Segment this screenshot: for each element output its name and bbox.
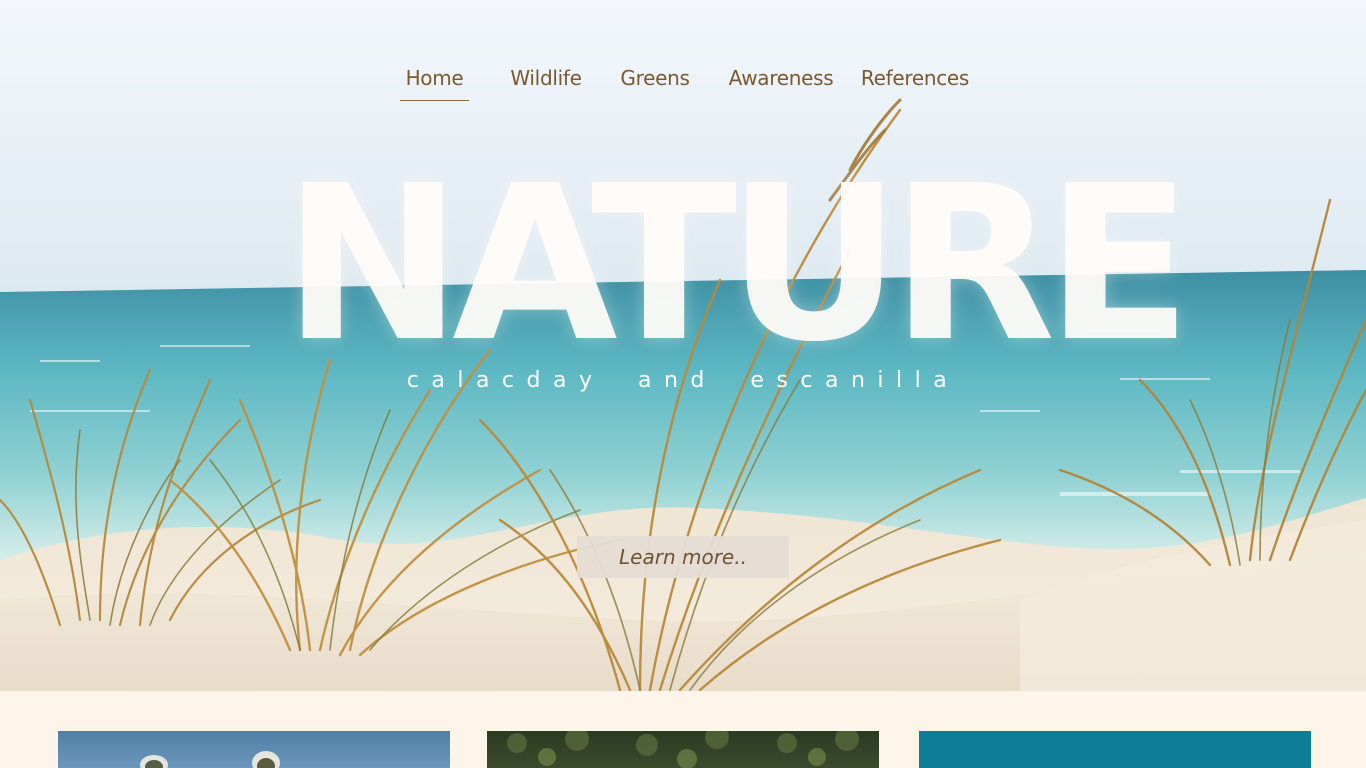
hero-title: NATURE <box>283 140 1192 389</box>
nav-item-greens[interactable]: Greens <box>617 62 693 100</box>
nav-item-awareness[interactable]: Awareness <box>724 62 838 100</box>
nav-item-home[interactable]: Home <box>400 62 469 101</box>
hero-section: Home Wildlife Greens Awareness Reference… <box>0 0 1366 691</box>
main-nav: Home Wildlife Greens Awareness Reference… <box>0 62 1366 102</box>
hero-subtitle: calacday and escanilla <box>406 368 960 393</box>
cards-section <box>0 691 1366 768</box>
learn-more-button[interactable]: Learn more.. <box>577 536 789 578</box>
page: Home Wildlife Greens Awareness Reference… <box>0 0 1366 768</box>
wildlife-card-image[interactable] <box>58 731 450 768</box>
nav-item-references[interactable]: References <box>857 62 973 100</box>
nav-item-wildlife[interactable]: Wildlife <box>505 62 587 100</box>
awareness-card-image[interactable] <box>919 731 1311 768</box>
greens-card-image[interactable] <box>487 731 879 768</box>
